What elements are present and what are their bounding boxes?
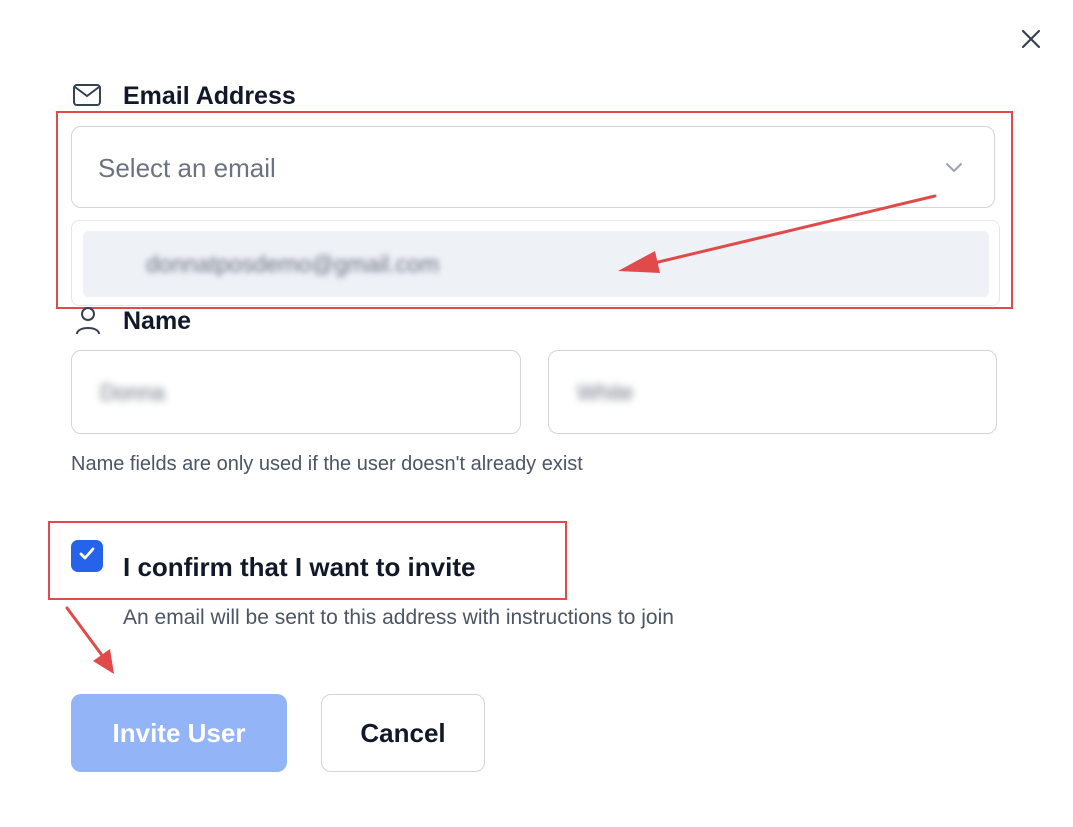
cancel-button[interactable]: Cancel	[321, 694, 485, 772]
close-icon	[1020, 28, 1042, 55]
confirm-description: An email will be sent to this address wi…	[123, 606, 674, 629]
invite-user-button[interactable]: Invite User	[71, 694, 287, 772]
name-helper-text: Name fields are only used if the user do…	[71, 453, 583, 475]
last-name-value: White	[577, 380, 634, 405]
email-dropdown-list: donnatposdemo@gmail.com	[71, 220, 1000, 306]
email-section-title: Email Address	[123, 82, 296, 110]
confirm-label[interactable]: I confirm that I want to invite	[123, 550, 475, 584]
email-option-text: donnatposdemo@gmail.com	[146, 251, 440, 277]
checkmark-icon	[77, 544, 97, 569]
email-select[interactable]: Select an email	[71, 126, 995, 208]
chevron-down-icon	[944, 157, 964, 182]
mail-icon	[72, 83, 102, 107]
annotation-arrow-checkbox	[65, 606, 114, 674]
user-icon	[74, 306, 102, 336]
first-name-value: Donna	[100, 380, 165, 405]
email-option[interactable]: donnatposdemo@gmail.com	[83, 231, 989, 297]
first-name-input[interactable]: Donna	[71, 350, 521, 434]
last-name-input[interactable]: White	[548, 350, 997, 434]
confirm-checkbox[interactable]	[71, 540, 103, 572]
name-section-title: Name	[123, 307, 192, 335]
email-select-placeholder: Select an email	[98, 153, 276, 183]
close-button[interactable]	[1014, 24, 1048, 58]
